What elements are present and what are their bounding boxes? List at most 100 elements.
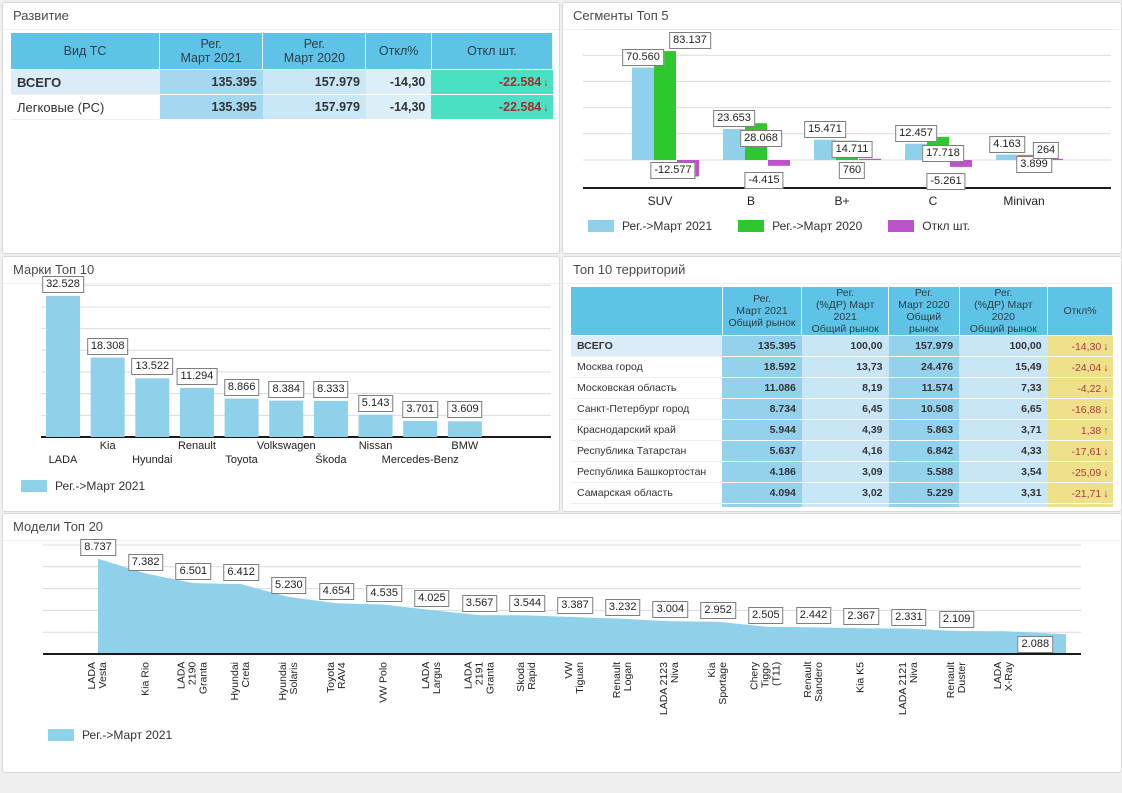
cell-reg-2021: 4.094 bbox=[722, 483, 802, 504]
table-row[interactable]: Республика Башкортостан4.1863,095.5883,5… bbox=[571, 462, 1113, 483]
value-label: 3.609 bbox=[447, 401, 483, 418]
value-label: 70.560 bbox=[622, 49, 664, 66]
value-label: 83.137 bbox=[669, 32, 711, 49]
value-label: 4.535 bbox=[366, 585, 402, 602]
cell-value: -17,61 bbox=[1071, 446, 1101, 458]
legend-swatch-icon bbox=[48, 729, 74, 741]
cell-reg-2020: 5.863 bbox=[889, 420, 960, 441]
panel-title-razvitie: Развитие bbox=[3, 3, 559, 30]
bar-2021-SUV[interactable] bbox=[632, 68, 654, 160]
bar-BMW[interactable] bbox=[448, 421, 482, 437]
x-tick-model-2: LADA 2190 Granta bbox=[177, 662, 210, 694]
cell-reg-2020: 11.574 bbox=[889, 378, 960, 399]
bar-2020-SUV[interactable] bbox=[654, 51, 676, 160]
value-label: 8.866 bbox=[224, 379, 260, 396]
legend-item-2[interactable]: Откл шт. bbox=[888, 219, 970, 233]
legend-label: Рег.->Март 2021 bbox=[622, 219, 712, 233]
razvitie-table: Вид ТСРег. Март 2021Рег. Март 2020Откл%О… bbox=[11, 33, 553, 213]
bar-Nissan[interactable] bbox=[359, 415, 393, 437]
row-label: Легковые (PC) bbox=[11, 95, 160, 120]
bar-2021-Minivan[interactable] bbox=[996, 155, 1018, 160]
cell-reg-2021: 5.637 bbox=[722, 441, 802, 462]
cell-pct-2020: 15,49 bbox=[959, 357, 1047, 378]
value-label: 6.412 bbox=[223, 564, 259, 581]
bar-otkl-B[interactable] bbox=[768, 160, 790, 166]
cell-reg-2021: 5.944 bbox=[722, 420, 802, 441]
cell-otkl: -4,22↓ bbox=[1048, 378, 1113, 399]
row-label: Санкт-Петербург город bbox=[571, 399, 722, 420]
bar-Škoda[interactable] bbox=[314, 401, 348, 437]
table-row[interactable]: Санкт-Петербург город8.7346,4510.5086,65… bbox=[571, 399, 1113, 420]
value-label: 3.004 bbox=[653, 601, 689, 618]
bar-LADA[interactable] bbox=[46, 296, 80, 437]
value-label: 5.143 bbox=[358, 395, 394, 412]
table-row[interactable]: Свердловская область3.8332,834.9693,15-2… bbox=[571, 504, 1113, 508]
panel-title-models: Модели Топ 20 bbox=[3, 514, 1121, 541]
table-row[interactable]: Московская область11.0868,1911.5747,33-4… bbox=[571, 378, 1113, 399]
table-row[interactable]: Москва город18.59213,7324.47615,49-24,04… bbox=[571, 357, 1113, 378]
x-tick-model-13: Kia Sportage bbox=[707, 662, 729, 705]
legend-swatch-icon bbox=[888, 220, 914, 232]
cell-pct-2020: 3,71 bbox=[959, 420, 1047, 441]
cell-reg-2020: 157.979 bbox=[263, 70, 366, 95]
x-tick-Volkswagen: Volkswagen bbox=[257, 440, 316, 452]
arrow-down-icon: ↓ bbox=[1103, 341, 1108, 353]
table-row[interactable]: ВСЕГО135.395157.979-14,30-22.584↓ bbox=[11, 70, 553, 95]
table-row[interactable]: Самарская область4.0943,025.2293,31-21,7… bbox=[571, 483, 1113, 504]
value-label: 2.442 bbox=[796, 607, 832, 624]
bar-Volkswagen[interactable] bbox=[269, 401, 303, 437]
cell-reg-2020: 157.979 bbox=[889, 336, 960, 357]
cell-pct-2020: 7,33 bbox=[959, 378, 1047, 399]
value-label: 5.230 bbox=[271, 577, 307, 594]
bar-Toyota[interactable] bbox=[225, 399, 259, 437]
arrow-down-icon: ↓ bbox=[1103, 488, 1108, 500]
panel-models: Модели Топ 20 LADA Vesta8.737Kia Rio7.38… bbox=[2, 513, 1122, 773]
x-tick-model-0: LADA Vesta bbox=[87, 662, 109, 689]
cell-value: -22.584 bbox=[499, 75, 541, 89]
x-tick-B: B bbox=[747, 194, 755, 208]
row-label: Краснодарский край bbox=[571, 420, 722, 441]
legend-item-1[interactable]: Рег.->Март 2020 bbox=[738, 219, 862, 233]
table-row[interactable]: Легковые (PC)135.395157.979-14,30-22.584… bbox=[11, 95, 553, 120]
bar-otkl-B+[interactable] bbox=[859, 159, 881, 160]
razvitie-data-table: Вид ТСРег. Март 2021Рег. Март 2020Откл%О… bbox=[11, 33, 553, 120]
legend-item-0[interactable]: Рег.->Март 2021 bbox=[588, 219, 712, 233]
x-tick-Toyota: Toyota bbox=[225, 454, 257, 466]
x-tick-model-14: Chery Tiggo (T11) bbox=[749, 662, 782, 690]
bar-Hyundai[interactable] bbox=[135, 378, 169, 437]
value-label: 2.088 bbox=[1018, 636, 1054, 653]
cell-value: 1,38 bbox=[1081, 425, 1101, 437]
x-tick-model-1: Kia Rio bbox=[140, 662, 151, 696]
cell-pct-2021: 4,39 bbox=[802, 420, 889, 441]
x-tick-Škoda: Škoda bbox=[315, 454, 346, 466]
bar-Mercedes-Benz[interactable] bbox=[403, 421, 437, 437]
row-label: ВСЕГО bbox=[571, 336, 722, 357]
table-row[interactable]: Республика Татарстан5.6374,166.8424,33-1… bbox=[571, 441, 1113, 462]
bar-Kia[interactable] bbox=[91, 358, 125, 437]
cell-otkl: -22,86↓ bbox=[1048, 504, 1113, 508]
panel-title-segments: Сегменты Топ 5 bbox=[563, 3, 1121, 30]
value-label: 28.068 bbox=[740, 130, 782, 147]
row-label: Москва город bbox=[571, 357, 722, 378]
table-row[interactable]: ВСЕГО135.395100,00157.979100,00-14,30↓ bbox=[571, 336, 1113, 357]
column-header: Рег. (%ДР) Март 2021 Общий рынок bbox=[802, 287, 889, 336]
cell-pct-2021: 3,02 bbox=[802, 483, 889, 504]
row-label: ВСЕГО bbox=[11, 70, 160, 95]
value-label: 13.522 bbox=[131, 358, 173, 375]
column-header: Рег. (%ДР) Март 2020 Общий рынок bbox=[959, 287, 1047, 336]
cell-pct-2020: 6,65 bbox=[959, 399, 1047, 420]
panel-marki: Марки Топ 10 LADA32.528Kia18.308Hyundai1… bbox=[2, 256, 560, 512]
legend-label: Откл шт. bbox=[922, 219, 970, 233]
cell-reg-2020: 6.842 bbox=[889, 441, 960, 462]
legend-item-0[interactable]: Рег.->Март 2021 bbox=[21, 479, 145, 493]
chart-legend: Рег.->Март 2021 Рег.->Март 2020 Откл шт. bbox=[588, 219, 970, 233]
table-row[interactable]: Краснодарский край5.9444,395.8633,71 1,38… bbox=[571, 420, 1113, 441]
row-label: Московская область bbox=[571, 378, 722, 399]
panel-title-marki: Марки Топ 10 bbox=[3, 257, 559, 284]
x-tick-C: C bbox=[929, 194, 938, 208]
bar-Renault[interactable] bbox=[180, 388, 214, 437]
territories-table: Рег. Март 2021 Общий рынокРег. (%ДР) Мар… bbox=[571, 287, 1113, 507]
cell-pct-2020: 3,54 bbox=[959, 462, 1047, 483]
legend-item-0[interactable]: Рег.->Март 2021 bbox=[48, 728, 172, 742]
cell-otkl-sht: -22.584↓ bbox=[431, 95, 552, 120]
